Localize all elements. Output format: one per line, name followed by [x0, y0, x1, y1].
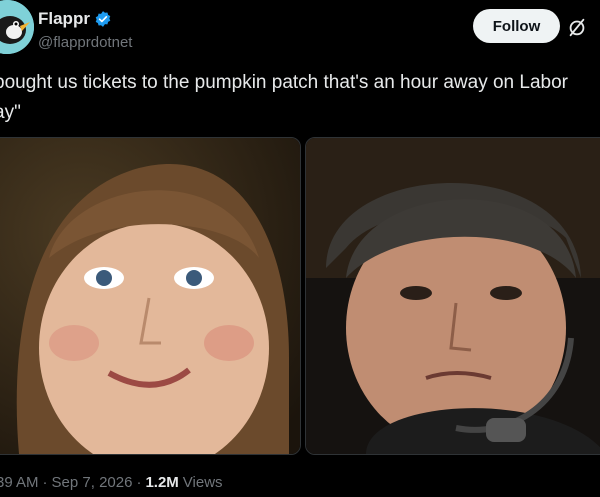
meta-separator: ·	[42, 474, 48, 491]
tweet-photo-left[interactable]	[0, 137, 301, 455]
verified-badge-icon	[94, 10, 112, 28]
views-count: 1.2M	[145, 474, 179, 491]
tweet-photo-right[interactable]	[305, 137, 600, 455]
author-name[interactable]: Flappr	[38, 9, 90, 29]
slash-circle-icon[interactable]	[566, 16, 588, 38]
tweet-date[interactable]: Sep 7, 2026	[52, 474, 133, 491]
tweet-time[interactable]: 39 AM	[0, 474, 39, 491]
author-name-row[interactable]: Flappr	[38, 9, 112, 29]
avatar[interactable]	[0, 0, 34, 54]
tweet-meta: 39 AM · Sep 7, 2026 · 1.2M Views	[0, 474, 223, 491]
meta-separator: ·	[136, 474, 142, 491]
author-handle[interactable]: @flapprdotnet	[38, 34, 132, 51]
follow-button[interactable]: Follow	[473, 9, 560, 43]
views-label: Views	[182, 474, 223, 491]
tweet-text: bought us tickets to the pumpkin patch t…	[0, 72, 568, 123]
